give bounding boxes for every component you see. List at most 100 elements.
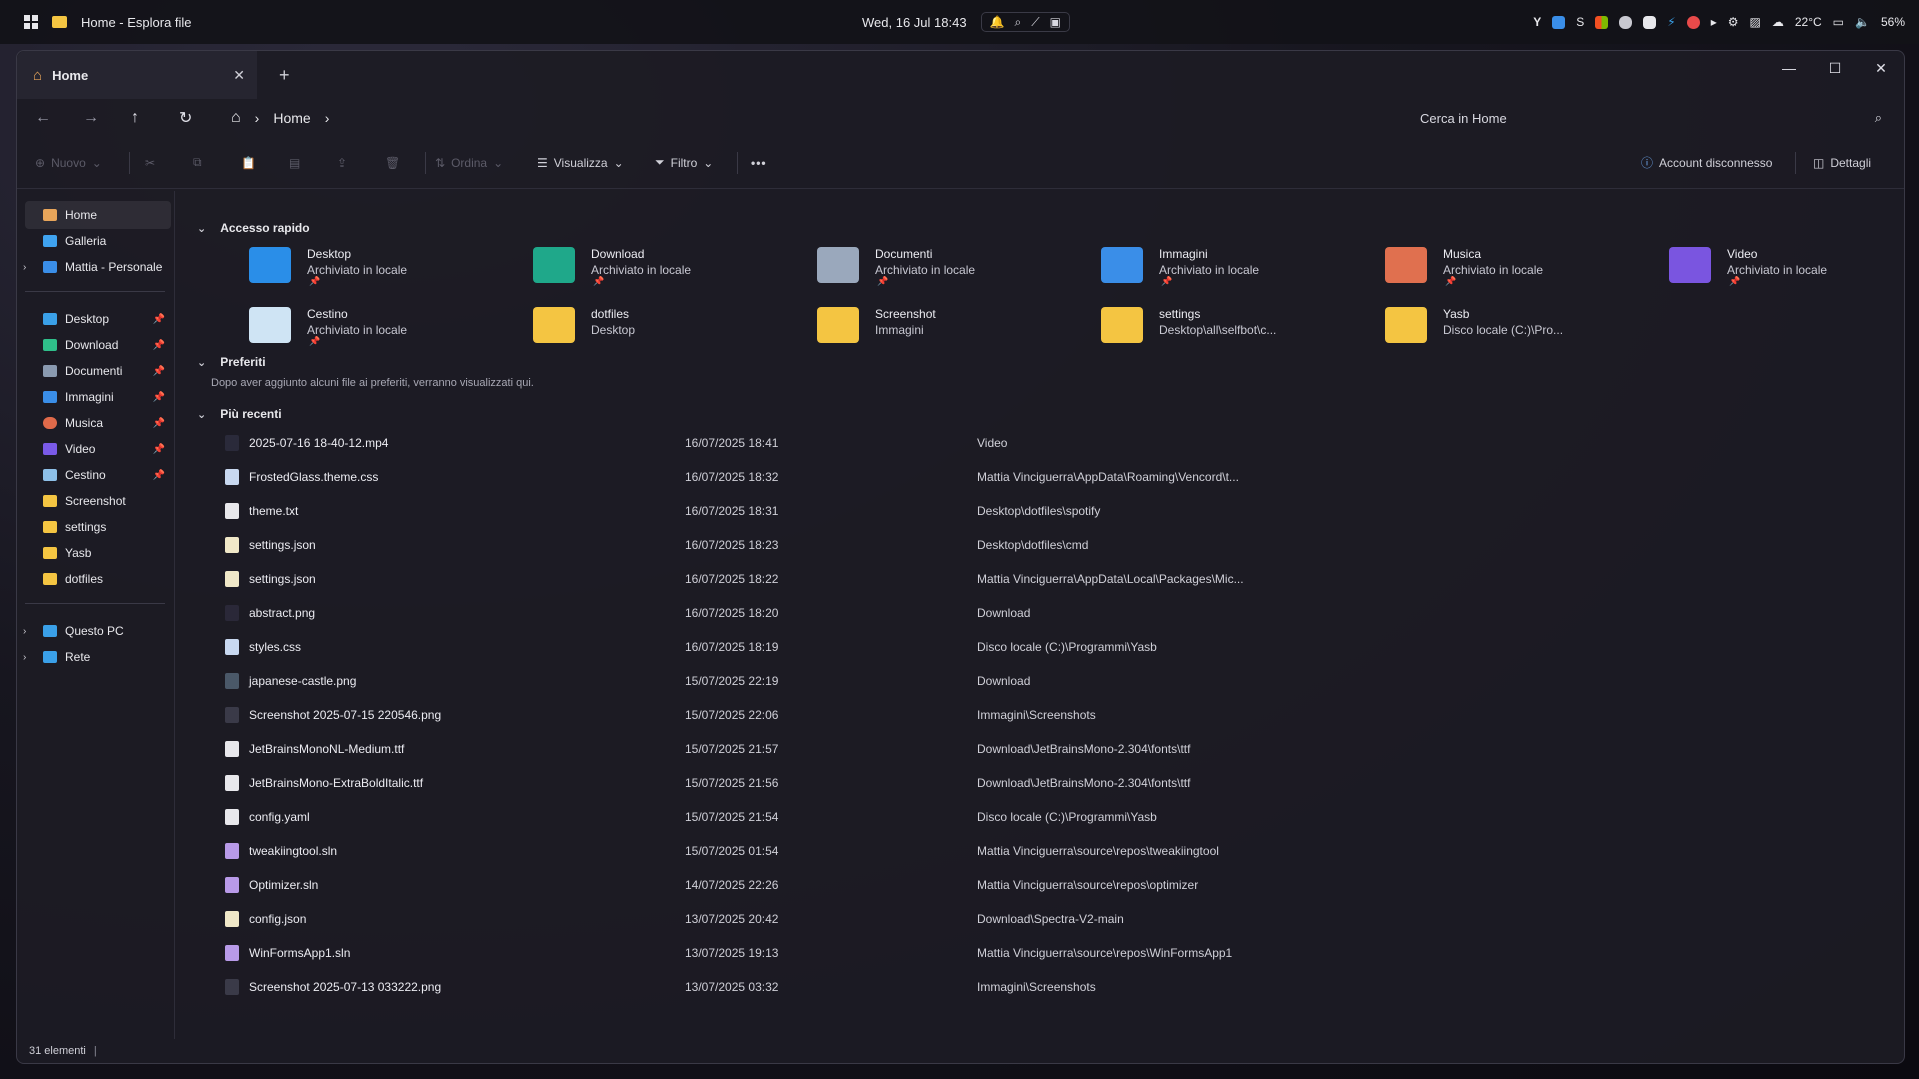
gear-icon[interactable]: ⚙ — [1728, 15, 1739, 29]
quick-access-tile[interactable]: Yasb Disco locale (C:)\Pro... — [1385, 303, 1635, 349]
recent-header[interactable]: ⌄ Più recenti — [197, 407, 282, 421]
quick-access-tile[interactable]: Documenti Archiviato in locale 📌 — [817, 243, 1067, 289]
pin-icon[interactable]: 📌 — [153, 444, 165, 455]
close-window-button[interactable]: ✕ — [1858, 51, 1904, 85]
sidebar-item-cestino[interactable]: Cestino 📌 — [25, 461, 171, 489]
search-input[interactable] — [1420, 110, 1850, 126]
search-icon[interactable]: ⌕ — [1015, 15, 1022, 30]
volume-icon[interactable]: 🔈 — [1855, 15, 1870, 29]
recent-file-row[interactable]: tweakiingtool.sln 15/07/2025 01:54 Mattia … — [225, 837, 1425, 865]
sidebar-item-home[interactable]: Home — [25, 201, 171, 229]
favorites-header[interactable]: ⌄ Preferiti — [197, 355, 266, 369]
breadcrumb-home[interactable]: Home — [273, 110, 310, 126]
recent-file-row[interactable]: config.yaml 15/07/2025 21:54 Disco locale … — [225, 803, 1425, 831]
minimize-button[interactable]: — — [1766, 51, 1812, 85]
sync-icon[interactable] — [1686, 15, 1700, 29]
sidebar-item-galleria[interactable]: Galleria — [25, 227, 171, 255]
quick-access-tile[interactable]: Download Archiviato in locale 📌 — [533, 243, 783, 289]
chevron-down-icon[interactable]: ⌄ — [197, 222, 206, 235]
refresh-icon[interactable]: ↻ — [179, 108, 192, 128]
cut-icon[interactable]: ✂ — [145, 156, 155, 170]
gallery-icon[interactable]: ▨ — [1750, 15, 1761, 29]
file-explorer-icon[interactable] — [52, 16, 67, 28]
quick-access-tile[interactable]: Video Archiviato in locale 📌 — [1669, 243, 1904, 289]
shield-icon[interactable] — [1552, 15, 1566, 29]
forward-arrow-icon[interactable]: → — [83, 109, 99, 127]
sidebar-item-this-pc[interactable]: › Questo PC — [23, 617, 171, 645]
sidebar-item-screenshot[interactable]: Screenshot — [25, 487, 171, 515]
lightning-icon[interactable]: ⚡ — [1667, 15, 1675, 29]
recent-file-row[interactable]: JetBrainsMonoNL-Medium.ttf 15/07/2025 21:… — [225, 735, 1425, 763]
recent-file-row[interactable]: settings.json 16/07/2025 18:22 Mattia Vinc… — [225, 565, 1425, 593]
weather-temp[interactable]: 22°C — [1795, 15, 1822, 29]
close-tab-icon[interactable]: ✕ — [233, 67, 245, 84]
start-icon[interactable] — [24, 15, 38, 29]
recent-file-row[interactable]: Screenshot 2025-07-15 220546.png 15/07/20… — [225, 701, 1425, 729]
chevron-right-icon[interactable]: › — [255, 110, 260, 126]
new-button[interactable]: ⊕ Nuovo ⌄ — [35, 156, 102, 170]
tab-home[interactable]: ⌂ Home ✕ — [17, 51, 257, 99]
account-status-button[interactable]: ⓘ Account disconnesso — [1641, 154, 1772, 171]
quick-access-tile[interactable]: Screenshot Immagini — [817, 303, 1067, 349]
recent-file-row[interactable]: Screenshot 2025-07-13 033222.png 13/07/20… — [225, 973, 1425, 1001]
sidebar-item-download[interactable]: Download 📌 — [25, 331, 171, 359]
quick-access-tile[interactable]: Immagini Archiviato in locale 📌 — [1101, 243, 1351, 289]
sidebar-item-video[interactable]: Video 📌 — [25, 435, 171, 463]
recent-file-row[interactable]: JetBrainsMono-ExtraBoldItalic.ttf 15/07/2… — [225, 769, 1425, 797]
share-icon[interactable]: ⇪ — [337, 156, 347, 170]
sidebar-item-immagini[interactable]: Immagini 📌 — [25, 383, 171, 411]
sidebar-item-musica[interactable]: Musica 📌 — [25, 409, 171, 437]
chevron-right-icon[interactable]: › — [23, 652, 26, 663]
recent-file-row[interactable]: config.json 13/07/2025 20:42 Download\Spec… — [225, 905, 1425, 933]
chevron-right-icon[interactable]: › — [325, 110, 330, 126]
windows-apps-icon[interactable] — [1595, 15, 1609, 29]
sidebar-item-yasb[interactable]: Yasb — [25, 539, 171, 567]
cloud-icon[interactable] — [1619, 15, 1633, 29]
pin-icon[interactable]: 📌 — [153, 314, 165, 325]
pin-icon[interactable]: 📌 — [153, 366, 165, 377]
recent-file-row[interactable]: theme.txt 16/07/2025 18:31 Desktop\dotfile… — [225, 497, 1425, 525]
maximize-button[interactable]: ☐ — [1812, 51, 1858, 85]
more-options-button[interactable]: ••• — [751, 156, 767, 170]
recent-file-row[interactable]: styles.css 16/07/2025 18:19 Disco locale (… — [225, 633, 1425, 661]
sort-button[interactable]: ⇅ Ordina ⌄ — [435, 156, 503, 170]
quick-access-tile[interactable]: Cestino Archiviato in locale 📌 — [249, 303, 499, 349]
clock[interactable]: Wed, 16 Jul 18:43 — [862, 15, 967, 30]
image-icon[interactable]: ▣ — [1050, 15, 1061, 29]
chevron-right-icon[interactable]: ▸ — [1711, 15, 1717, 29]
pin-icon[interactable]: 📌 — [153, 340, 165, 351]
chevron-right-icon[interactable]: › — [23, 262, 26, 273]
new-tab-button[interactable]: + — [279, 65, 290, 86]
rename-icon[interactable]: ▤ — [289, 156, 300, 170]
active-window-title[interactable]: Home - Esplora file — [81, 15, 192, 30]
quick-access-tile[interactable]: Desktop Archiviato in locale 📌 — [249, 243, 499, 289]
recent-file-row[interactable]: abstract.png 16/07/2025 18:20 Download — [225, 599, 1425, 627]
search-icon[interactable]: ⌕ — [1875, 110, 1882, 126]
recent-file-row[interactable]: WinFormsApp1.sln 13/07/2025 19:13 Mattia V… — [225, 939, 1425, 967]
pin-icon[interactable]: 📌 — [153, 392, 165, 403]
steam-icon[interactable]: S — [1576, 15, 1584, 29]
sidebar-item-desktop[interactable]: Desktop 📌 — [25, 305, 171, 333]
chevron-down-icon[interactable]: ⌄ — [197, 356, 206, 369]
paste-icon[interactable]: 📋 — [241, 156, 256, 170]
up-arrow-icon[interactable]: ↑ — [131, 109, 139, 127]
quick-access-tile[interactable]: dotfiles Desktop — [533, 303, 783, 349]
chart-icon[interactable]: ⟋ — [1031, 15, 1039, 30]
back-arrow-icon[interactable]: ← — [35, 109, 51, 127]
recent-file-row[interactable]: Optimizer.sln 14/07/2025 22:26 Mattia Vinc… — [225, 871, 1425, 899]
sidebar-item-dotfiles[interactable]: dotfiles — [25, 565, 171, 593]
quick-access-tile[interactable]: settings Desktop\all\selfbot\c... — [1101, 303, 1351, 349]
quick-access-tile[interactable]: Musica Archiviato in locale 📌 — [1385, 243, 1635, 289]
sidebar-item-onedrive[interactable]: › Mattia - Personale — [23, 253, 171, 281]
recent-file-row[interactable]: FrostedGlass.theme.css 16/07/2025 18:32 Ma… — [225, 463, 1425, 491]
home-icon[interactable]: ⌂ — [231, 109, 241, 127]
app-y-icon[interactable]: Y — [1533, 15, 1541, 29]
sidebar-item-documenti[interactable]: Documenti 📌 — [25, 357, 171, 385]
recent-file-row[interactable]: japanese-castle.png 15/07/2025 22:19 Downl… — [225, 667, 1425, 695]
display-icon[interactable]: ▭ — [1833, 15, 1844, 29]
sidebar-item-settings[interactable]: settings — [25, 513, 171, 541]
filter-button[interactable]: ⏷ Filtro ⌄ — [655, 155, 713, 170]
chevron-down-icon[interactable]: ⌄ — [197, 408, 206, 421]
quick-access-header[interactable]: ⌄ Accesso rapido — [197, 221, 310, 235]
sidebar-item-network[interactable]: › Rete — [23, 643, 171, 671]
